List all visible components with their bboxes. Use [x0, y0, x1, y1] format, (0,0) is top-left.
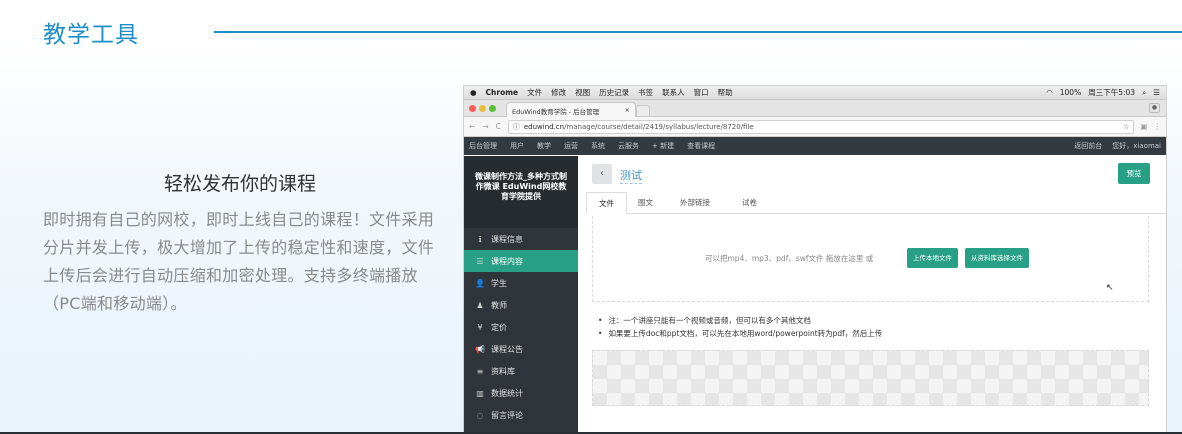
admin-main: 微课制作方法_多种方式制作微课 EduWind网校教育学院提供 ℹ 课程信息 ☰ 课…: [464, 156, 1166, 434]
menu-bookmarks[interactable]: 书签: [638, 87, 653, 98]
menu-view[interactable]: 视图: [575, 87, 590, 98]
close-window-icon[interactable]: [469, 105, 476, 112]
menu-contacts[interactable]: 联系人: [662, 87, 685, 98]
search-icon[interactable]: ⌕: [1142, 88, 1146, 98]
upload-hint: 可以把mp4、mp3、pdf、swf文件 拖放在这里 或: [705, 254, 874, 263]
upload-dropzone[interactable]: 可以把mp4、mp3、pdf、swf文件 拖放在这里 或 上传本地文件 从资料库…: [592, 216, 1149, 302]
sidebar-item-comments[interactable]: ◌ 留言评论: [464, 404, 578, 426]
admin-nav-teaching[interactable]: 教学: [537, 141, 551, 151]
battery-level[interactable]: 100%: [1060, 88, 1081, 97]
upload-local-button[interactable]: 上传本地文件: [907, 248, 958, 268]
extension-icon[interactable]: ▣: [1140, 122, 1147, 131]
sidebar-item-pricing[interactable]: ¥ 定价: [464, 316, 578, 338]
tab-file[interactable]: 文件: [586, 192, 627, 214]
profile-icon[interactable]: ●: [1149, 103, 1160, 113]
admin-nav-system[interactable]: 系统: [591, 141, 605, 151]
user-greeting[interactable]: 您好，xiaomai: [1112, 141, 1161, 151]
reload-icon[interactable]: C: [496, 122, 501, 131]
user-icon: 👤: [475, 278, 485, 288]
admin-nav-new[interactable]: + 新建: [652, 141, 674, 151]
bullhorn-icon: 📢: [475, 344, 485, 354]
back-arrow-icon[interactable]: ←: [469, 122, 475, 131]
admin-nav-users[interactable]: 用户: [510, 141, 524, 151]
forward-arrow-icon[interactable]: →: [482, 122, 488, 131]
price-icon: ¥: [477, 322, 483, 332]
feature-description: 即时拥有自己的网校，即时上线自己的课程！文件采用分片并发上传，极大增加了上传的稳…: [43, 210, 435, 313]
url-host: eduwind.cn: [523, 122, 565, 131]
browser-tab[interactable]: EduWind教育学院 - 后台管理 ×: [506, 102, 636, 117]
media-preview-area: [592, 350, 1149, 406]
menu-edit[interactable]: 修改: [551, 87, 566, 98]
clock[interactable]: 周三下午5:03: [1088, 87, 1135, 98]
sidebar-item-library[interactable]: ≡ 资料库: [464, 360, 578, 382]
sidebar-item-announcements[interactable]: 📢 课程公告: [464, 338, 578, 360]
upload-from-library-button[interactable]: 从资料库选择文件: [965, 248, 1029, 268]
mac-menubar: ● Chrome 文件 修改 视图 历史记录 书签 联系人 窗口 帮助 ◠ 10…: [464, 86, 1166, 100]
lesson-name[interactable]: 测试: [620, 167, 642, 184]
teacher-icon: ♟: [476, 300, 484, 310]
back-button[interactable]: ‹: [592, 164, 612, 184]
browser-tabstrip: EduWind教育学院 - 后台管理 × ●: [464, 100, 1166, 117]
chart-icon: ▥: [476, 388, 484, 398]
admin-topbar: 后台管理 用户 教学 运营 系统 云服务 + 新建 查看课程 返回前台 您好，x…: [464, 137, 1166, 155]
new-tab-button[interactable]: [636, 105, 650, 117]
menu-history[interactable]: 历史记录: [599, 87, 629, 98]
menu-window[interactable]: 窗口: [694, 87, 709, 98]
menu-file[interactable]: 文件: [527, 87, 542, 98]
menu-help[interactable]: 帮助: [718, 87, 733, 98]
sidebar-item-students[interactable]: 👤 学生: [464, 272, 578, 294]
admin-nav-cloud[interactable]: 云服务: [618, 141, 639, 151]
comment-icon: ◌: [476, 410, 484, 420]
database-icon: ≡: [476, 366, 484, 376]
back-to-site-link[interactable]: 返回前台: [1074, 141, 1102, 151]
tab-exam[interactable]: 试卷: [730, 192, 769, 214]
list-icon[interactable]: ☰: [1153, 88, 1160, 97]
sidebar-item-course-info[interactable]: ℹ 课程信息: [464, 228, 578, 250]
tab-title: EduWind教育学院 - 后台管理: [512, 108, 600, 116]
info-icon[interactable]: ⓘ: [513, 122, 520, 132]
lecture-editor: ‹ 测试 预览 文件 图文 外部链接 试卷 可以把mp4、mp3、pdf、swf…: [578, 156, 1166, 434]
content-type-tabs: 文件 图文 外部链接 试卷: [586, 192, 1166, 214]
list-icon: ☰: [476, 256, 484, 266]
wifi-icon[interactable]: ◠: [1046, 88, 1053, 97]
address-bar-row: ← → C ⓘ eduwind.cn /manage/course/detail…: [464, 117, 1166, 137]
admin-nav-manage[interactable]: 后台管理: [469, 141, 497, 151]
upload-notes: 注：一个讲座只能有一个视频或音频，但可以有多个其他文档 如果要上传doc和ppt…: [598, 314, 882, 340]
product-screenshot: ● Chrome 文件 修改 视图 历史记录 书签 联系人 窗口 帮助 ◠ 10…: [464, 86, 1166, 434]
url-path: /manage/course/detail/2419/syllabus/lect…: [564, 122, 754, 131]
tab-external-link[interactable]: 外部链接: [668, 192, 722, 214]
sidebar-item-course-content[interactable]: ☰ 课程内容: [464, 250, 578, 272]
menu-chrome[interactable]: Chrome: [486, 88, 519, 97]
feature-heading: 轻松发布你的课程: [164, 173, 317, 195]
title-divider: [214, 31, 1182, 33]
minimize-window-icon[interactable]: [479, 105, 486, 112]
preview-button[interactable]: 预览: [1118, 163, 1150, 184]
note-item: 如果要上传doc和ppt文档，可以先在本地用word/powerpoint转为p…: [598, 327, 882, 340]
course-title[interactable]: 微课制作方法_多种方式制作微课 EduWind网校教育学院提供: [464, 156, 578, 228]
mouse-cursor-icon: ↖: [1106, 283, 1114, 293]
admin-nav-view-course[interactable]: 查看课程: [687, 141, 715, 151]
tab-close-icon[interactable]: ×: [625, 106, 630, 114]
url-input[interactable]: ⓘ eduwind.cn /manage/course/detail/2419/…: [507, 119, 1135, 134]
sidebar-item-teachers[interactable]: ♟ 教师: [464, 294, 578, 316]
apple-icon[interactable]: ●: [470, 88, 477, 97]
note-item: 注：一个讲座只能有一个视频或音频，但可以有多个其他文档: [598, 314, 882, 327]
menu-dots-icon[interactable]: ⋮: [1154, 122, 1162, 131]
sidebar-item-statistics[interactable]: ▥ 数据统计: [464, 382, 578, 404]
page-title: 教学工具: [43, 22, 139, 48]
zoom-window-icon[interactable]: [489, 105, 496, 112]
bookmark-star-icon[interactable]: ☆: [1123, 123, 1129, 131]
tab-richtext[interactable]: 图文: [626, 192, 665, 214]
admin-nav-operation[interactable]: 运营: [564, 141, 578, 151]
info-icon: ℹ: [478, 234, 482, 244]
course-sidebar: 微课制作方法_多种方式制作微课 EduWind网校教育学院提供 ℹ 课程信息 ☰ 课…: [464, 156, 578, 434]
